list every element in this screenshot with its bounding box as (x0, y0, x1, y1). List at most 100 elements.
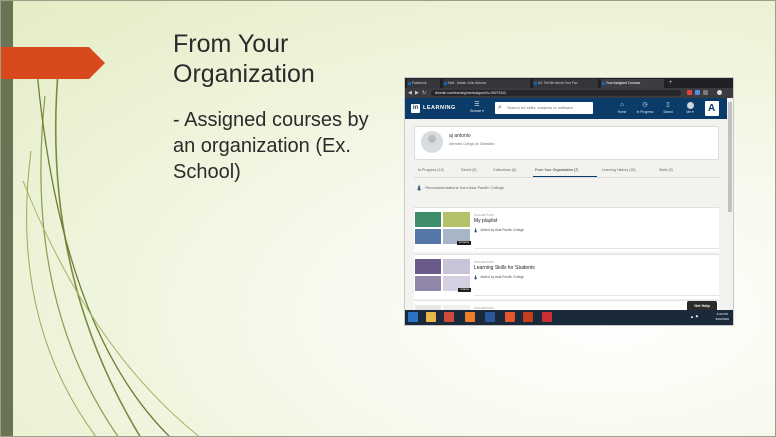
tab-favicon-icon (602, 82, 605, 85)
learning-tabs: In Progress (19) Saved (9) Collections (6)… (414, 165, 719, 178)
file-explorer-icon[interactable] (426, 312, 436, 322)
nav-home[interactable]: ⌂ Home (611, 101, 633, 114)
browser-tab[interactable]: Facebook (407, 79, 441, 88)
organization-icon: ⍋ (417, 185, 422, 192)
search-placeholder: Search for skills, subjects or software (507, 105, 574, 110)
added-by-label: Added by Asia Pacific College (480, 228, 525, 232)
powerpoint-icon[interactable] (523, 312, 533, 322)
organization-logo[interactable]: A (705, 101, 719, 116)
embedded-screenshot: Facebook Mail - Adrian John Antonio A2: Te… (405, 78, 733, 325)
collection-thumbnail[interactable]: 12 items (414, 211, 471, 245)
nav-home-label: Home (617, 110, 627, 114)
browser-tab[interactable]: Mail - Adrian John Antonio (443, 79, 531, 88)
browser-tab-label: Mail - Adrian John Antonio (448, 81, 487, 85)
search-input[interactable]: ⌕ Search for skills, subjects or softwar… (495, 102, 593, 114)
tab-2[interactable]: Saved (9) (461, 168, 477, 172)
url-field[interactable]: linkedin.com/learning/me/assigned?u=3527… (431, 90, 681, 96)
brave-icon[interactable] (505, 312, 515, 322)
clock-icon: ◷ (642, 102, 648, 108)
collection-added-by: ⍋ Added by Asia Pacific College (474, 228, 524, 235)
slide-bullet: - Assigned courses by an organization (E… (173, 109, 369, 183)
nav-in-progress-label: In Progress (636, 110, 654, 114)
search-icon: ⌕ (498, 104, 502, 111)
collection-thumbnail[interactable]: 2 items (414, 258, 471, 292)
collection-type: COLLECTION (474, 213, 494, 217)
recommendations-label: Recommendations from Asia Pacific Colleg… (425, 185, 504, 190)
extension-icon[interactable] (687, 90, 692, 95)
browser-tab[interactable]: A2: Tell Me About Your Fav (533, 79, 599, 88)
profile-card: aj antonio Attended Colegio de Sebastian (414, 126, 719, 160)
linkedin-logo[interactable]: in (411, 104, 420, 113)
extension-icon[interactable] (703, 90, 708, 95)
item-count-badge: 2 items (458, 288, 471, 292)
tab-5[interactable]: Learning History (18) (602, 168, 636, 172)
thumbnail-tile (442, 211, 471, 228)
extension-icon[interactable] (695, 90, 700, 95)
organization-icon: ⍋ (474, 228, 478, 234)
active-tab-indicator (533, 176, 597, 177)
reload-icon[interactable]: ↻ (422, 89, 426, 97)
browser-tab-label: Facebook (412, 81, 427, 85)
browser-address-bar: ◀ ▶ ↻ linkedin.com/learning/me/assigned?… (405, 88, 733, 98)
tab-6[interactable]: Skills (5) (659, 168, 673, 172)
back-icon[interactable]: ◀ (408, 89, 412, 97)
collection-type: COLLECTION (474, 260, 494, 264)
collection-title[interactable]: Learning Skills for Students (474, 265, 535, 271)
tab-favicon-icon (534, 82, 537, 85)
chrome-icon[interactable] (444, 312, 454, 322)
browser-tab-label: A2: Tell Me About Your Fav (538, 81, 578, 85)
tab-favicon-icon (444, 82, 447, 85)
title-accent-arrow (1, 47, 105, 79)
avatar[interactable] (421, 131, 443, 153)
snipping-icon[interactable] (542, 312, 552, 322)
organization-logo-glyph: A (708, 103, 716, 114)
windows-start-icon[interactable] (408, 312, 418, 322)
collection-added-by: ⍋ Added by Asia Pacific College (474, 275, 524, 282)
recommendations-heading: ⍋ Recommendations from Asia Pacific Colle… (417, 185, 504, 193)
taskbar-clock[interactable]: 6:22 PM 6/30/2020 (716, 312, 729, 322)
scrollbar-thumb[interactable] (728, 102, 732, 212)
nav-me-label: Me ▾ (686, 110, 694, 114)
collection-title[interactable]: My playlist (474, 218, 497, 224)
home-icon: ⌂ (620, 102, 624, 108)
nav-me[interactable]: Me ▾ (679, 101, 701, 114)
added-by-label: Added by Asia Pacific College (480, 275, 525, 279)
word-icon[interactable] (485, 312, 495, 322)
browse-menu-button[interactable]: ☰ Browse ▾ (470, 101, 484, 114)
slide-title: From Your Organization (173, 30, 315, 88)
page-scrollbar[interactable] (727, 98, 733, 310)
bookmark-icon: ▯ (666, 102, 670, 108)
nav-in-progress[interactable]: ◷ In Progress (634, 101, 656, 114)
profile-org: Attended Colegio de Sebastian (449, 142, 495, 146)
card-divider (474, 295, 719, 296)
browser-tab[interactable]: Your Assigned Courses (601, 79, 665, 88)
new-tab-icon[interactable]: + (669, 78, 673, 88)
tab-3[interactable]: Collections (6) (493, 168, 516, 172)
thumbnail-tile (414, 211, 442, 228)
learning-wordmark[interactable]: LEARNING (423, 104, 456, 113)
thumbnail-tile (414, 258, 442, 275)
collection-card[interactable]: 2 items COLLECTION Learning Skills for Stu… (414, 254, 719, 299)
profile-avatar-icon[interactable] (717, 90, 722, 95)
forward-icon[interactable]: ▶ (415, 89, 419, 97)
grid-menu-icon: ☰ (474, 102, 480, 108)
clock-date: 6/30/2020 (715, 317, 729, 321)
browser-tab-bar: Facebook Mail - Adrian John Antonio A2: Te… (405, 78, 733, 88)
thumbnail-tile (442, 258, 471, 275)
organization-icon: ⍋ (474, 275, 478, 281)
collection-card[interactable]: 12 items COLLECTION My playlist ⍋ Added by A… (414, 207, 719, 252)
nav-saved-label: Saved (663, 110, 673, 114)
nav-saved[interactable]: ▯ Saved (657, 101, 679, 114)
browse-label: Browse ▾ (470, 109, 484, 113)
tab-1[interactable]: In Progress (19) (418, 168, 444, 172)
system-tray[interactable]: ▲ ⚑ (690, 313, 699, 321)
windows-taskbar: ▲ ⚑ 6:22 PM 6/30/2020 (405, 310, 733, 325)
tab-favicon-icon (408, 82, 411, 85)
thumbnail-tile (414, 228, 442, 245)
slide-canvas: From Your Organization - Assigned course… (0, 0, 776, 437)
thumbnail-tile (414, 275, 442, 292)
card-divider (474, 248, 719, 249)
profile-name: aj antonio (449, 133, 471, 139)
sublime-icon[interactable] (465, 312, 475, 322)
tab-4[interactable]: From Your Organization (7) (535, 168, 578, 172)
